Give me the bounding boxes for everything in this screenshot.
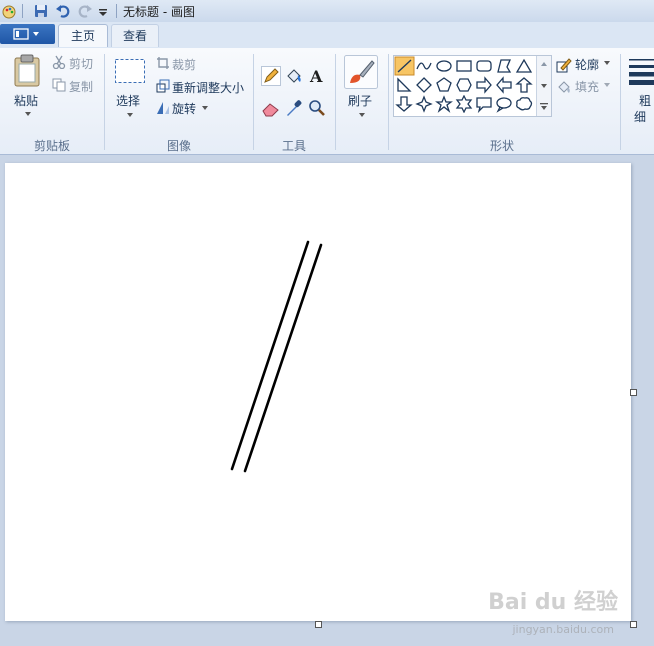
right-arrow-shape-icon[interactable] <box>475 76 493 94</box>
left-arrow-shape-icon[interactable] <box>495 76 513 94</box>
copy-button[interactable]: 复制 <box>69 78 93 95</box>
oval-shape-icon[interactable] <box>435 57 453 75</box>
paste-button[interactable]: 粘贴 <box>14 92 38 109</box>
shapes-gallery <box>393 55 552 117</box>
fill-dropdown-icon[interactable] <box>603 82 611 88</box>
crop-icon <box>157 57 169 69</box>
file-menu-icon <box>13 28 39 40</box>
four-point-star-shape-icon[interactable] <box>415 95 433 113</box>
fill-button[interactable]: 填充 <box>575 78 599 95</box>
brush-icon[interactable] <box>344 55 378 89</box>
rotate-button[interactable]: 旋转 <box>172 100 196 117</box>
window-title: 无标题 - 画图 <box>123 5 195 19</box>
right-triangle-shape-icon[interactable] <box>395 76 413 94</box>
polygon-shape-icon[interactable] <box>495 57 513 75</box>
size-label-line1[interactable]: 粗 <box>639 92 651 109</box>
file-menu-button[interactable] <box>0 24 55 44</box>
tools-group-label: 工具 <box>281 139 306 153</box>
rotate-dropdown-icon[interactable] <box>201 105 209 111</box>
group-separator <box>388 54 389 150</box>
group-separator <box>104 54 105 150</box>
outline-button[interactable]: 轮廓 <box>575 56 599 73</box>
ribbon: 粘贴 剪切 复制 剪贴板 选择 裁剪 重新调整大小 旋转 图像 A 工具 刷子 … <box>0 48 654 155</box>
paste-icon[interactable] <box>13 54 41 88</box>
resize-button[interactable]: 重新调整大小 <box>172 79 244 96</box>
drawing-canvas[interactable] <box>5 163 631 621</box>
drawn-line <box>243 243 323 473</box>
rounded-rectangle-shape-icon[interactable] <box>475 57 493 75</box>
brushes-dropdown-icon[interactable] <box>358 112 366 118</box>
redo-icon[interactable] <box>77 3 93 19</box>
watermark-url: jingyan.baidu.com <box>512 623 614 636</box>
eraser-icon[interactable] <box>261 98 281 118</box>
rotate-icon <box>157 102 169 114</box>
separator <box>116 4 117 18</box>
drawn-line <box>230 240 310 471</box>
triangle-shape-icon[interactable] <box>515 57 533 75</box>
image-group-label: 图像 <box>166 139 191 153</box>
separator <box>22 4 23 18</box>
workspace: Bai du 经验 jingyan.baidu.com <box>0 155 654 646</box>
paste-dropdown-icon[interactable] <box>24 111 32 117</box>
group-separator <box>253 54 254 150</box>
copy-icon <box>52 78 66 92</box>
size-icon[interactable] <box>628 57 654 85</box>
paint-app-icon[interactable] <box>1 3 17 19</box>
fill-bucket-icon[interactable] <box>284 66 304 86</box>
canvas-resize-handle-right[interactable] <box>630 389 637 396</box>
select-button[interactable]: 选择 <box>116 92 140 109</box>
color-picker-icon[interactable] <box>284 98 304 118</box>
shapes-group-label: 形状 <box>489 139 514 153</box>
five-point-star-shape-icon[interactable] <box>435 95 453 113</box>
shapes-gallery-scrollbar[interactable] <box>536 56 551 116</box>
select-icon[interactable] <box>114 58 146 84</box>
ribbon-tabs: 主页 查看 <box>0 22 654 49</box>
customize-quick-access-icon[interactable] <box>98 3 108 19</box>
pencil-icon[interactable] <box>261 66 281 86</box>
magnifier-icon[interactable] <box>307 98 327 118</box>
title-bar: 无标题 - 画图 <box>0 0 654 22</box>
group-separator <box>620 54 621 150</box>
drawing-strokes <box>230 240 323 473</box>
clipboard-group-label: 剪贴板 <box>33 139 70 153</box>
diamond-shape-icon[interactable] <box>415 76 433 94</box>
size-label-line2[interactable]: 细 <box>634 108 646 125</box>
outline-dropdown-icon[interactable] <box>603 60 611 66</box>
outline-icon <box>556 58 572 73</box>
line-shape-icon[interactable] <box>395 57 413 75</box>
watermark-logo: Bai du 经验 <box>488 590 618 615</box>
cloud-callout-shape-icon[interactable] <box>515 95 533 113</box>
brushes-button[interactable]: 刷子 <box>348 92 372 109</box>
save-icon[interactable] <box>33 3 49 19</box>
cut-icon <box>52 55 66 69</box>
text-icon[interactable]: A <box>307 66 327 86</box>
crop-button[interactable]: 裁剪 <box>172 56 196 73</box>
canvas-resize-handle-corner[interactable] <box>630 621 637 628</box>
rectangle-shape-icon[interactable] <box>455 57 473 75</box>
group-separator <box>335 54 336 150</box>
gallery-scroll-arrows-icon <box>540 62 548 110</box>
svg-text:A: A <box>309 67 323 86</box>
fill-icon <box>558 81 570 93</box>
cut-button[interactable]: 剪切 <box>69 55 93 72</box>
oval-callout-shape-icon[interactable] <box>495 95 513 113</box>
canvas-resize-handle-bottom[interactable] <box>315 621 322 628</box>
up-arrow-shape-icon[interactable] <box>515 76 533 94</box>
six-point-star-shape-icon[interactable] <box>455 95 473 113</box>
curve-shape-icon[interactable] <box>415 57 433 75</box>
undo-icon[interactable] <box>55 3 71 19</box>
hexagon-shape-icon[interactable] <box>455 76 473 94</box>
down-arrow-shape-icon[interactable] <box>395 95 413 113</box>
tab-view[interactable]: 查看 <box>111 24 159 47</box>
select-dropdown-icon[interactable] <box>126 112 134 118</box>
pentagon-shape-icon[interactable] <box>435 76 453 94</box>
rectangular-callout-shape-icon[interactable] <box>475 95 493 113</box>
tab-home[interactable]: 主页 <box>58 24 108 47</box>
resize-icon <box>156 79 170 93</box>
